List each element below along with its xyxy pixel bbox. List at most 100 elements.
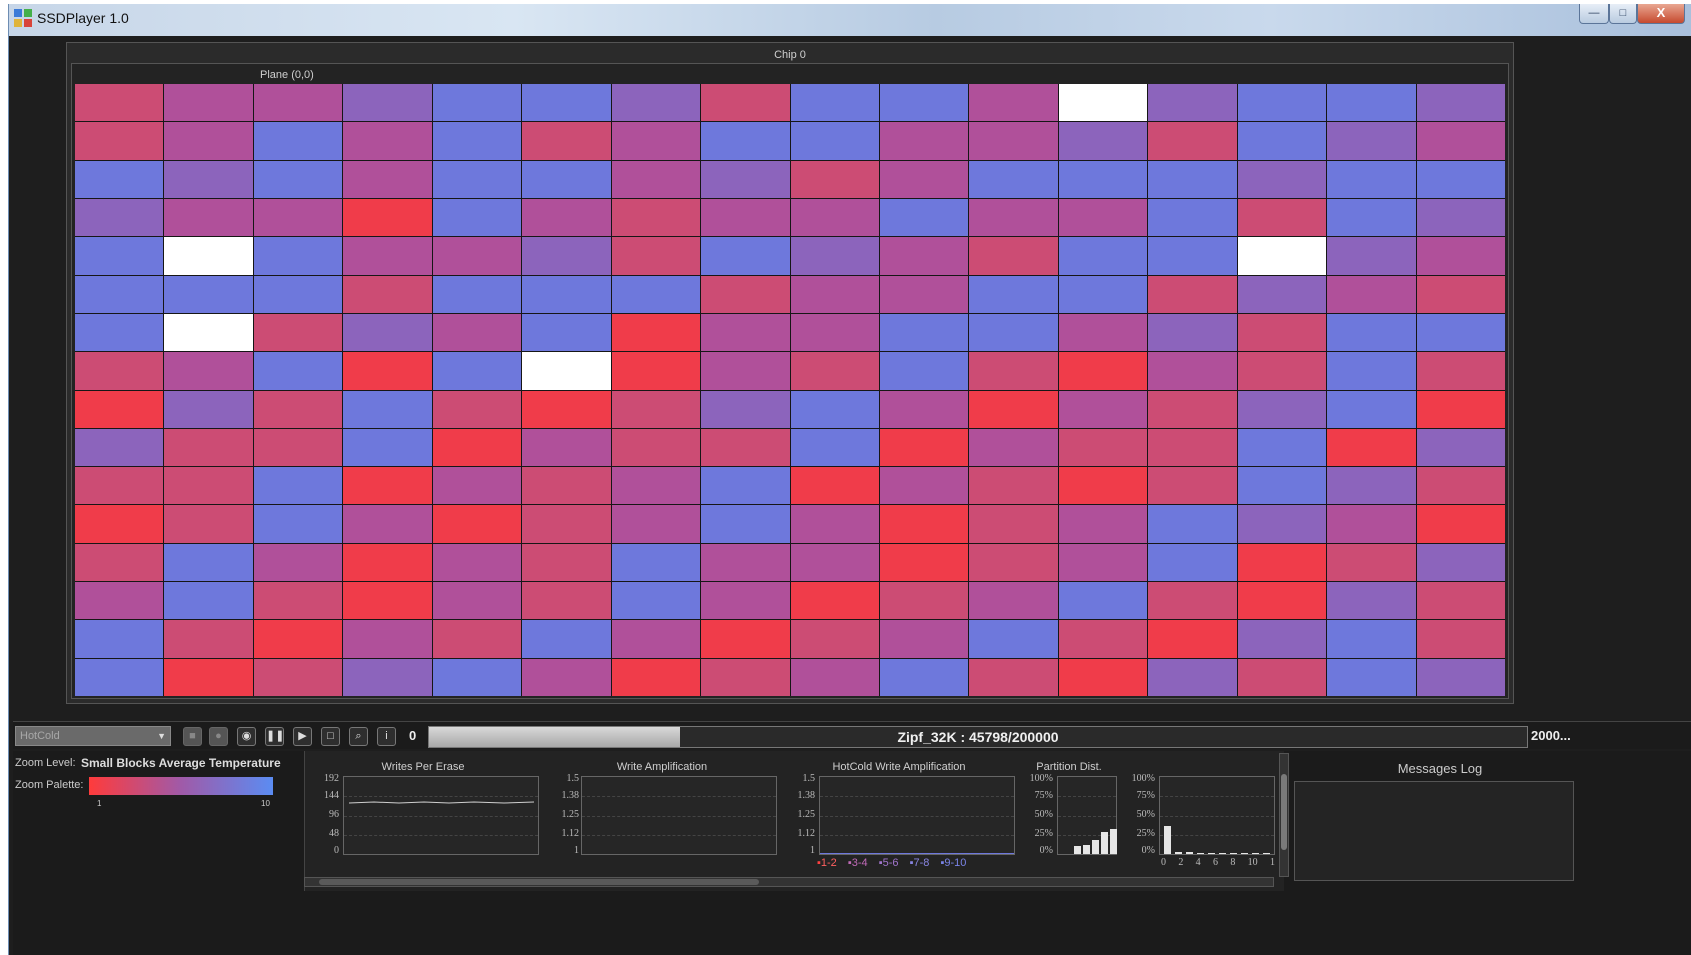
- block-cell[interactable]: [1148, 428, 1237, 467]
- block-cell[interactable]: [522, 543, 611, 582]
- block-cell[interactable]: [343, 658, 432, 696]
- block-cell[interactable]: [1148, 160, 1237, 198]
- block-cell[interactable]: [75, 467, 164, 505]
- block-cell[interactable]: [432, 84, 522, 122]
- block-cell[interactable]: [343, 352, 432, 390]
- block-cell[interactable]: [1237, 428, 1327, 467]
- block-cell[interactable]: [75, 160, 164, 198]
- block-cell[interactable]: [522, 84, 611, 122]
- block-cell[interactable]: [1416, 505, 1505, 543]
- block-cell[interactable]: [253, 582, 343, 620]
- block-cell[interactable]: [1148, 658, 1237, 696]
- block-cell[interactable]: [164, 467, 253, 505]
- block-cell[interactable]: [611, 390, 701, 428]
- block-cell[interactable]: [432, 390, 522, 428]
- record-icon[interactable]: ●: [209, 727, 228, 746]
- block-cell[interactable]: [343, 428, 432, 467]
- block-cell[interactable]: [522, 352, 611, 390]
- block-cell[interactable]: [879, 122, 969, 160]
- maximize-button[interactable]: □: [1609, 4, 1637, 24]
- block-cell[interactable]: [522, 160, 611, 198]
- block-cell[interactable]: [253, 160, 343, 198]
- block-cell[interactable]: [164, 582, 253, 620]
- block-cell[interactable]: [969, 237, 1058, 275]
- progress-bar[interactable]: Zipf_32K : 45798/200000: [428, 726, 1528, 748]
- close-button[interactable]: X: [1637, 4, 1685, 24]
- block-cell[interactable]: [1148, 84, 1237, 122]
- block-cell[interactable]: [1327, 198, 1416, 237]
- block-cell[interactable]: [1058, 313, 1148, 352]
- block-cell[interactable]: [611, 198, 701, 237]
- horizontal-scrollbar[interactable]: [304, 877, 1274, 887]
- block-cell[interactable]: [164, 160, 253, 198]
- block-cell[interactable]: [1327, 467, 1416, 505]
- block-cell[interactable]: [522, 620, 611, 658]
- block-cell[interactable]: [164, 122, 253, 160]
- block-cell[interactable]: [879, 543, 969, 582]
- block-cell[interactable]: [522, 390, 611, 428]
- info-icon[interactable]: i: [377, 727, 396, 746]
- block-cell[interactable]: [343, 505, 432, 543]
- messages-log-box[interactable]: [1294, 781, 1574, 881]
- palette-select[interactable]: HotCold ▼: [15, 726, 171, 746]
- block-cell[interactable]: [790, 390, 879, 428]
- block-cell[interactable]: [1237, 198, 1327, 237]
- block-cell[interactable]: [75, 658, 164, 696]
- block-cell[interactable]: [522, 198, 611, 237]
- block-cell[interactable]: [969, 352, 1058, 390]
- block-cell[interactable]: [969, 467, 1058, 505]
- block-cell[interactable]: [1237, 237, 1327, 275]
- block-cell[interactable]: [343, 122, 432, 160]
- block-cell[interactable]: [1148, 505, 1237, 543]
- block-cell[interactable]: [969, 313, 1058, 352]
- block-cell[interactable]: [1148, 275, 1237, 313]
- block-cell[interactable]: [879, 237, 969, 275]
- block-cell[interactable]: [790, 122, 879, 160]
- block-cell[interactable]: [879, 84, 969, 122]
- block-cell[interactable]: [611, 122, 701, 160]
- block-cell[interactable]: [1416, 198, 1505, 237]
- block-cell[interactable]: [1237, 658, 1327, 696]
- block-cell[interactable]: [1058, 237, 1148, 275]
- block-cell[interactable]: [879, 275, 969, 313]
- block-cell[interactable]: [790, 467, 879, 505]
- block-cell[interactable]: [253, 313, 343, 352]
- block-cell[interactable]: [1058, 658, 1148, 696]
- block-cell[interactable]: [343, 582, 432, 620]
- block-cell[interactable]: [75, 275, 164, 313]
- block-cell[interactable]: [432, 352, 522, 390]
- block-cell[interactable]: [790, 658, 879, 696]
- block-cell[interactable]: [701, 620, 790, 658]
- scrollbar-thumb[interactable]: [319, 879, 759, 885]
- block-cell[interactable]: [969, 543, 1058, 582]
- block-cell[interactable]: [522, 505, 611, 543]
- block-cell[interactable]: [1148, 237, 1237, 275]
- block-cell[interactable]: [343, 237, 432, 275]
- block-cell[interactable]: [1416, 122, 1505, 160]
- block-cell[interactable]: [1327, 160, 1416, 198]
- block-cell[interactable]: [1058, 505, 1148, 543]
- block-cell[interactable]: [432, 658, 522, 696]
- block-cell[interactable]: [1327, 620, 1416, 658]
- block-cell[interactable]: [1237, 275, 1327, 313]
- block-cell[interactable]: [1148, 582, 1237, 620]
- block-cell[interactable]: [1416, 352, 1505, 390]
- block-cell[interactable]: [790, 84, 879, 122]
- block-cell[interactable]: [1058, 543, 1148, 582]
- block-cell[interactable]: [522, 313, 611, 352]
- block-cell[interactable]: [1327, 313, 1416, 352]
- block-cell[interactable]: [522, 658, 611, 696]
- block-cell[interactable]: [1058, 467, 1148, 505]
- block-cell[interactable]: [879, 505, 969, 543]
- block-cell[interactable]: [432, 237, 522, 275]
- block-cell[interactable]: [432, 198, 522, 237]
- block-cell[interactable]: [701, 237, 790, 275]
- vertical-scrollbar[interactable]: [1279, 753, 1289, 877]
- block-cell[interactable]: [790, 198, 879, 237]
- block-cell[interactable]: [790, 428, 879, 467]
- block-cell[interactable]: [164, 237, 253, 275]
- block-cell[interactable]: [879, 313, 969, 352]
- block-cell[interactable]: [1058, 390, 1148, 428]
- block-cell[interactable]: [75, 543, 164, 582]
- block-cell[interactable]: [790, 352, 879, 390]
